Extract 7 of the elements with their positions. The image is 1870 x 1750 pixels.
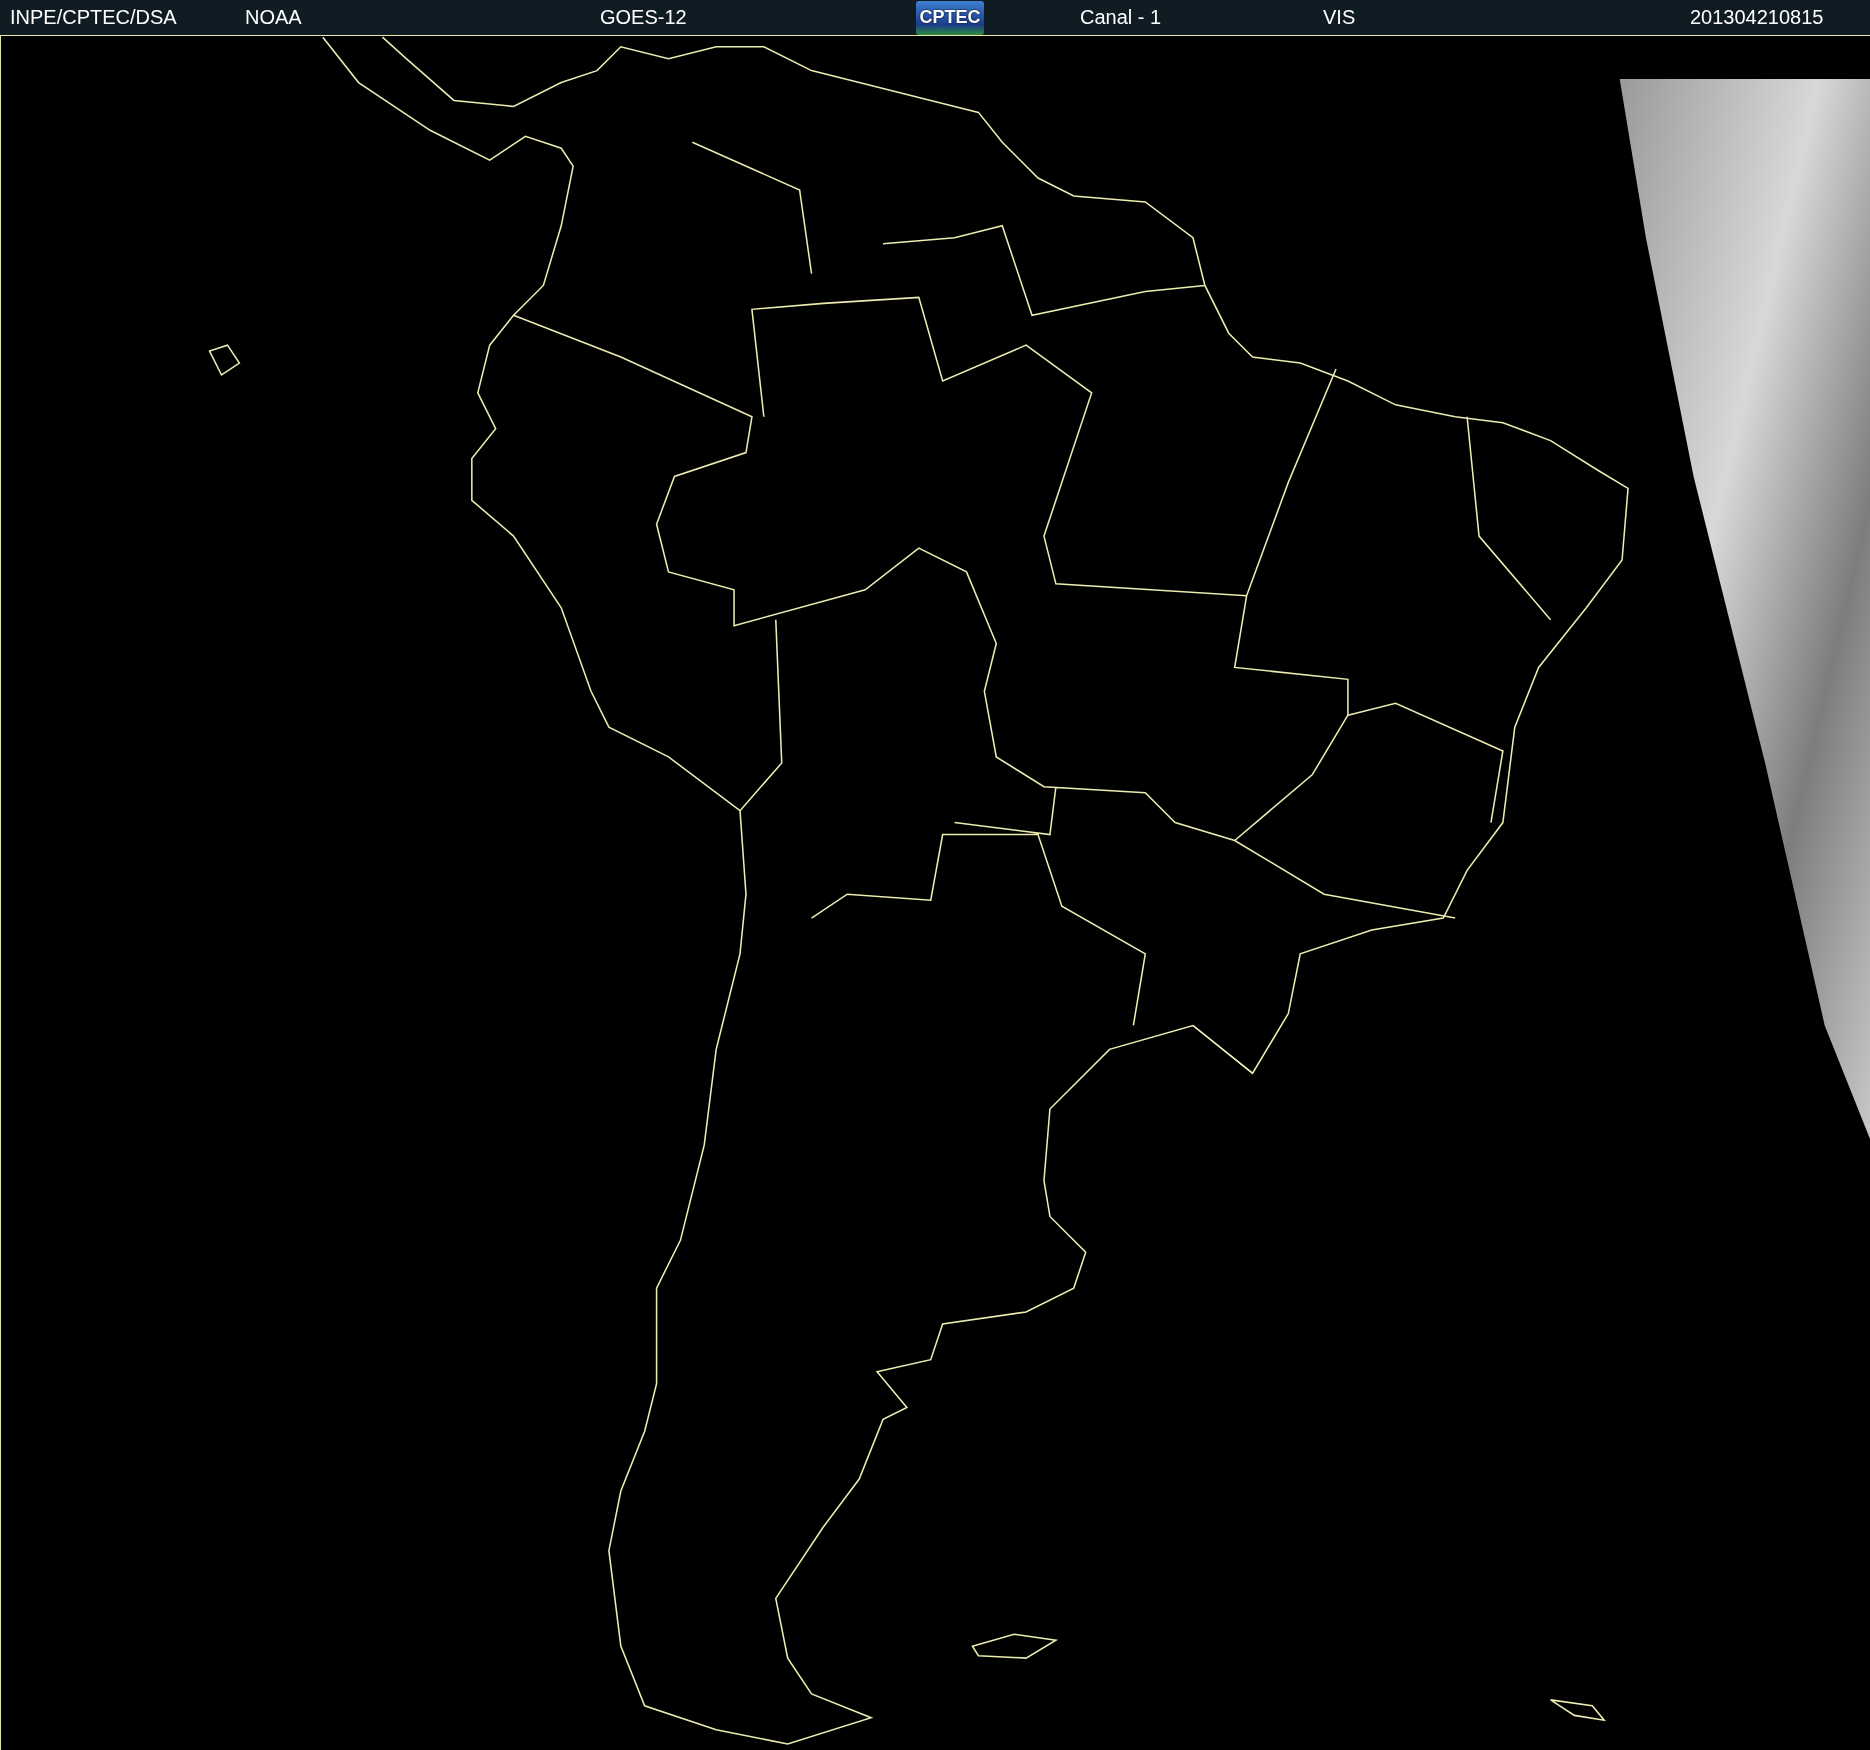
header-label: Canal - 1: [1080, 6, 1162, 29]
header-label: VIS: [1323, 6, 1356, 29]
logo: CPTEC: [916, 0, 984, 35]
header-label: 201304210815: [1690, 6, 1824, 29]
header-label: INPE/CPTEC/DSA: [10, 6, 177, 29]
header-label: GOES-12: [600, 6, 687, 29]
header-label: NOAA: [245, 6, 302, 29]
